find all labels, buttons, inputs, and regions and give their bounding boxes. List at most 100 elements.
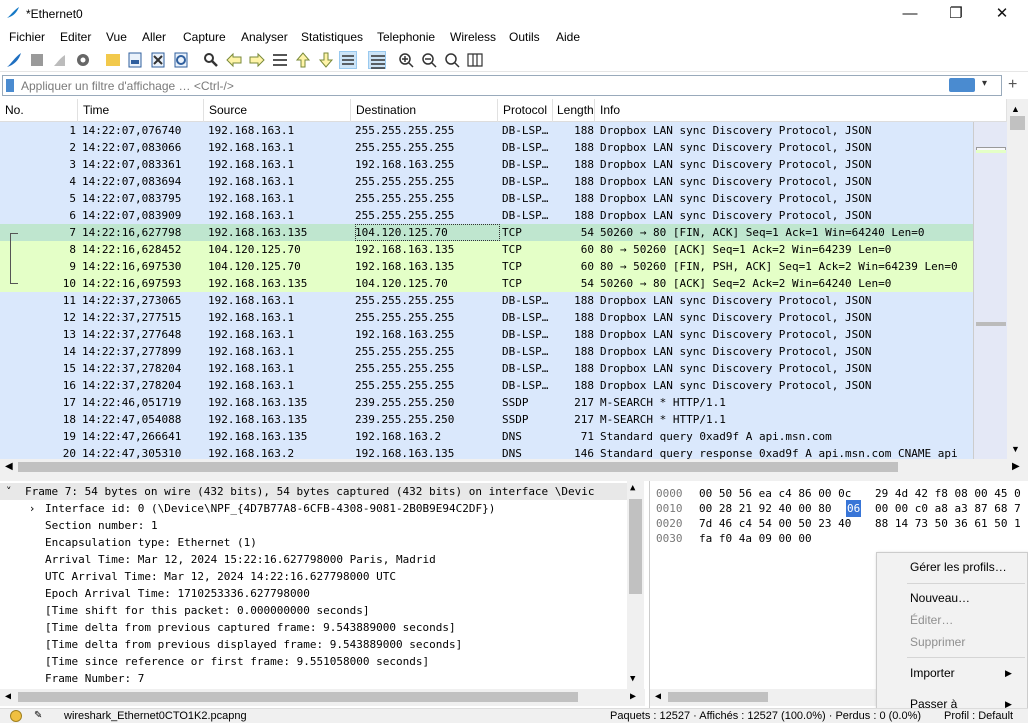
chevron-down-icon[interactable]: ˅ [6,483,12,500]
details-hscroll[interactable]: ◀ ▶ [0,689,645,706]
packet-row[interactable]: 17 14:22:46,051719 192.168.163.135 239.255.… [0,394,973,411]
detail-line[interactable]: Arrival Time: Mar 12, 2024 15:22:16.6277… [45,551,436,568]
menu-item-import[interactable]: Importer [910,666,955,680]
detail-line[interactable]: [Time shift for this packet: 0.000000000… [45,602,370,619]
packet-row[interactable]: 8 14:22:16,628452 104.120.125.70 192.168.16… [0,241,973,258]
column-header-protocol[interactable]: Protocol [498,99,553,122]
hscroll-thumb[interactable] [18,692,578,702]
scroll-left-icon[interactable]: ◀ [5,691,11,702]
stop-icon[interactable] [28,51,46,69]
packet-list-hscroll[interactable]: ◀ ▶ [0,459,1028,476]
scroll-right-icon[interactable]: ▶ [1012,461,1020,472]
menu-wireless[interactable]: Wireless [450,30,496,44]
scroll-down-icon[interactable]: ▼ [1011,444,1020,454]
back-arrow-icon[interactable] [225,51,243,69]
zoom-out-icon[interactable] [420,51,438,69]
packet-row[interactable]: 2 14:22:07,083066 192.168.163.1 255.255.255… [0,139,973,156]
menu-go[interactable]: Aller [142,30,166,44]
menu-item-manage-profiles[interactable]: Gérer les profils… [910,560,1007,574]
packet-row[interactable]: 18 14:22:47,054088 192.168.163.135 239.255.… [0,411,973,428]
menu-statistics[interactable]: Statistiques [301,30,363,44]
add-filter-button[interactable]: + [1008,76,1017,94]
zoom-in-icon[interactable] [397,51,415,69]
packet-row[interactable]: 16 14:22:37,278204 192.168.163.1 255.255.25… [0,377,973,394]
hex-bytes[interactable]: 88 14 73 50 36 61 50 1 [875,515,1021,532]
detail-line[interactable]: UTC Arrival Time: Mar 12, 2024 14:22:16.… [45,568,396,585]
detail-line[interactable]: Frame Number: 7 [45,670,144,687]
find-icon[interactable] [202,51,220,69]
menu-view[interactable]: Vue [106,30,127,44]
menu-tools[interactable]: Outils [509,30,540,44]
restart-icon[interactable] [51,51,69,69]
column-header-no[interactable]: No. [0,99,78,122]
packet-row[interactable]: 13 14:22:37,277648 192.168.163.1 192.168.16… [0,326,973,343]
minimize-button[interactable]: — [887,0,933,27]
bookmark-icon[interactable] [6,79,14,92]
packet-row[interactable]: 1 14:22:07,076740 192.168.163.1 255.255.255… [0,122,973,139]
close-file-icon[interactable] [149,51,167,69]
packet-row[interactable]: 9 14:22:16,697530 104.120.125.70 192.168.16… [0,258,973,275]
scroll-left-icon[interactable]: ◀ [655,691,661,702]
packet-row[interactable]: 4 14:22:07,083694 192.168.163.1 255.255.255… [0,173,973,190]
column-header-destination[interactable]: Destination [351,99,498,122]
details-vscroll[interactable]: ▲ ▼ [627,481,644,689]
column-header-length[interactable]: Length [553,99,595,122]
detail-line[interactable]: Epoch Arrival Time: 1710253336.627798000 [45,585,310,602]
packet-row[interactable]: 19 14:22:47,266641 192.168.163.135 192.168.… [0,428,973,445]
scroll-down-icon[interactable]: ▼ [630,674,635,684]
expert-info-icon[interactable] [10,710,22,722]
scroll-right-icon[interactable]: ▶ [630,691,636,702]
scroll-thumb[interactable] [629,499,642,594]
detail-line[interactable]: Encapsulation type: Ethernet (1) [45,534,257,551]
shark-fin-start-icon[interactable] [5,51,23,69]
menu-analyze[interactable]: Analyser [241,30,288,44]
packet-row[interactable]: 5 14:22:07,083795 192.168.163.1 255.255.255… [0,190,973,207]
packet-row[interactable]: 10 14:22:16,697593 192.168.163.135 104.120.… [0,275,973,292]
detail-line[interactable]: [Time delta from previous displayed fram… [45,636,462,653]
packet-row[interactable]: 6 14:22:07,083909 192.168.163.1 255.255.255… [0,207,973,224]
scroll-up-icon[interactable]: ▲ [1011,104,1020,114]
hex-bytes[interactable]: fa f0 4a 09 00 00 [699,530,812,547]
detail-line[interactable]: › Interface id: 0 (\Device\NPF_{4D7B77A8-… [30,500,495,517]
menu-item-new[interactable]: Nouveau… [910,591,970,605]
goto-packet-icon[interactable] [271,51,289,69]
packet-minimap[interactable] [973,122,1007,459]
column-header-info[interactable]: Info [595,99,1007,122]
edit-comment-icon[interactable]: ✎ [34,710,42,721]
menu-edit[interactable]: Editer [60,30,91,44]
detail-line[interactable]: [Time since reference or first frame: 9.… [45,653,429,670]
hscroll-thumb[interactable] [668,692,768,702]
first-packet-icon[interactable] [294,51,312,69]
packet-row[interactable]: 15 14:22:37,278204 192.168.163.1 255.255.25… [0,360,973,377]
colorize-icon[interactable] [368,51,386,69]
options-gear-icon[interactable] [74,51,92,69]
menu-file[interactable]: Fichier [9,30,45,44]
column-header-time[interactable]: Time [78,99,204,122]
menu-telephony[interactable]: Telephonie [377,30,435,44]
save-file-icon[interactable] [126,51,144,69]
packet-row-selected[interactable]: 7 14:22:16,627798 192.168.163.135 104.120.1… [0,224,973,241]
menu-help[interactable]: Aide [556,30,580,44]
hscroll-thumb[interactable] [18,462,898,472]
autoscroll-icon[interactable] [339,51,357,69]
chevron-down-icon[interactable]: ▾ [982,78,987,89]
reload-icon[interactable] [172,51,190,69]
detail-line[interactable]: Section number: 1 [45,517,158,534]
close-button[interactable]: ✕ [979,0,1025,27]
resize-columns-icon[interactable] [466,51,484,69]
column-header-source[interactable]: Source [204,99,351,122]
chevron-right-icon[interactable]: › [30,500,34,517]
scroll-left-icon[interactable]: ◀ [5,461,13,472]
packet-list-vscroll[interactable]: ▲ ▼ [1007,99,1028,459]
maximize-button[interactable]: ❐ [933,0,979,27]
detail-line[interactable]: [Time delta from previous captured frame… [45,619,456,636]
forward-arrow-icon[interactable] [248,51,266,69]
menu-capture[interactable]: Capture [183,30,226,44]
display-filter-input[interactable] [21,77,941,94]
detail-line[interactable]: ˅ Frame 7: 54 bytes on wire (432 bits), 5… [0,483,627,500]
zoom-normal-icon[interactable] [443,51,461,69]
open-folder-icon[interactable] [104,51,122,69]
apply-filter-arrow-icon[interactable] [949,78,975,92]
scroll-up-icon[interactable]: ▲ [630,483,635,493]
packet-row[interactable]: 11 14:22:37,273065 192.168.163.1 255.255.25… [0,292,973,309]
